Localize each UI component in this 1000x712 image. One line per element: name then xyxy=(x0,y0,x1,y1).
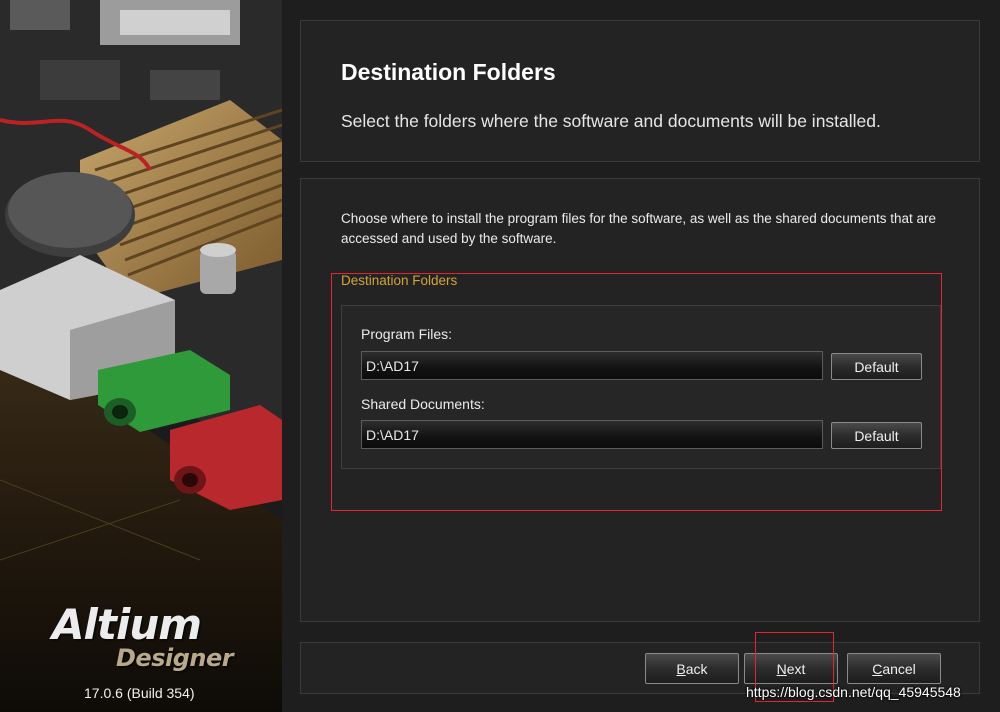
page-subtitle: Select the folders where the software an… xyxy=(341,111,881,131)
destination-folders-group-label: Destination Folders xyxy=(341,273,458,288)
back-button[interactable]: Back xyxy=(645,653,739,684)
install-description: Choose where to install the program file… xyxy=(341,211,937,246)
page-title: Destination Folders xyxy=(341,59,556,85)
shared-documents-default-button[interactable]: Default xyxy=(831,422,922,449)
program-files-default-button[interactable]: Default xyxy=(831,353,922,380)
back-label: ack xyxy=(685,660,708,677)
back-mnemonic: B xyxy=(676,660,686,677)
shared-documents-label: Shared Documents: xyxy=(361,396,485,412)
watermark: https://blog.csdn.net/qq_45945548 xyxy=(746,684,961,700)
altium-logo: Altium xyxy=(52,600,202,649)
shared-documents-input[interactable] xyxy=(361,420,823,449)
branding-panel: Altium Designer 17.0.6 (Build 354) xyxy=(0,0,282,712)
destination-folders-group: Program Files: Default Shared Documents:… xyxy=(341,305,941,469)
next-button[interactable]: Next xyxy=(744,653,838,684)
version-label: 17.0.6 (Build 354) xyxy=(84,685,195,701)
program-files-label: Program Files: xyxy=(361,326,453,342)
header-panel: Destination Folders Select the folders w… xyxy=(300,20,980,162)
next-label: ext xyxy=(786,660,806,677)
designer-logo: Designer xyxy=(116,644,234,672)
cancel-label: ancel xyxy=(882,660,916,677)
content-panel: Choose where to install the program file… xyxy=(300,178,980,622)
program-files-input[interactable] xyxy=(361,351,823,380)
cancel-button[interactable]: Cancel xyxy=(847,653,941,684)
next-mnemonic: N xyxy=(776,660,787,677)
cancel-mnemonic: C xyxy=(872,660,883,677)
